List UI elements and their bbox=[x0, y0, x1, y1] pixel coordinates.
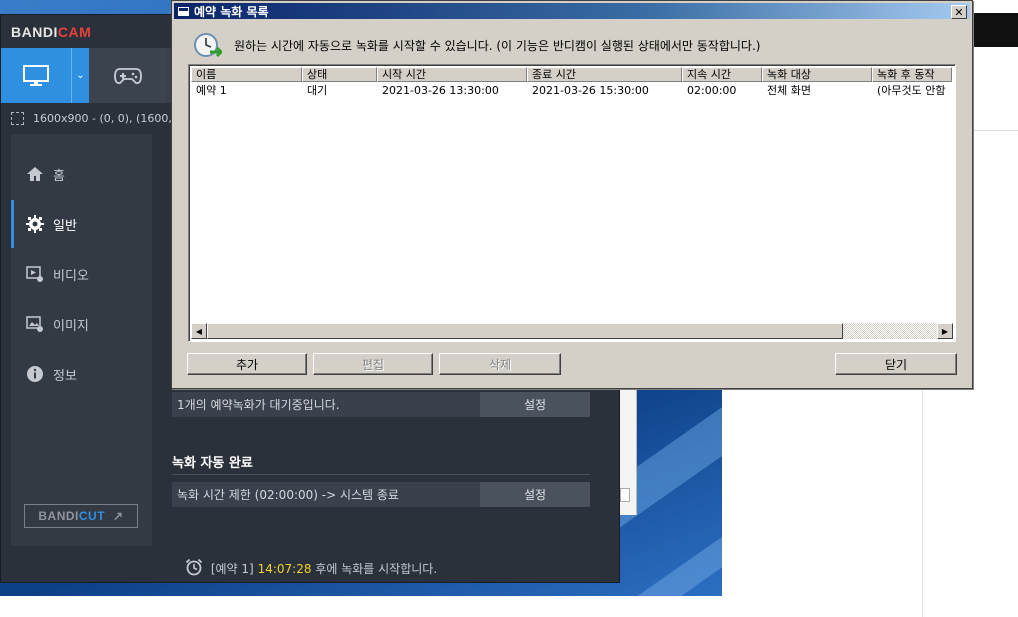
sidebar-item-image[interactable]: 이미지 bbox=[11, 300, 152, 348]
cell-after: (아무것도 안함 bbox=[877, 84, 946, 97]
chevron-down-icon: ⌄ bbox=[76, 70, 85, 81]
reservation-list[interactable]: 이름 상태 시작 시간 종료 시간 지속 시간 녹화 대상 녹화 후 동작 예약… bbox=[188, 64, 956, 342]
column-header-start[interactable]: 시작 시간 bbox=[377, 67, 527, 82]
gear-icon bbox=[25, 214, 45, 234]
game-mode-button[interactable] bbox=[89, 48, 167, 103]
column-header-end[interactable]: 종료 시간 bbox=[527, 67, 682, 82]
auto-complete-title: 녹화 자동 완료 bbox=[172, 456, 253, 471]
sidebar-item-video[interactable]: 비디오 bbox=[11, 250, 152, 298]
reservation-status-text: 1개의 예약녹화가 대기중입니다. bbox=[177, 398, 340, 412]
reservation-list-dialog: 예약 녹화 목록 ✕ 원하는 시간에 자동으로 녹화를 시작할 수 있습니다. … bbox=[171, 0, 973, 389]
info-icon bbox=[25, 364, 45, 384]
section-divider bbox=[172, 474, 590, 475]
list-header: 이름 상태 시작 시간 종료 시간 지속 시간 녹화 대상 녹화 후 동작 bbox=[191, 67, 952, 82]
add-button[interactable]: 추가 bbox=[187, 353, 307, 375]
video-settings-icon bbox=[25, 264, 45, 284]
sidebar-item-home[interactable]: 홈 bbox=[11, 150, 152, 198]
bandicut-accent-text: CUT bbox=[78, 509, 106, 523]
footer-suffix: 후에 녹화를 시작합니다. bbox=[315, 562, 438, 576]
reservation-settings-button[interactable]: 설정 bbox=[480, 392, 590, 417]
delete-button[interactable]: 삭제 bbox=[439, 353, 561, 375]
scroll-thumb[interactable] bbox=[207, 323, 843, 339]
alarm-clock-icon bbox=[185, 558, 203, 579]
auto-complete-settings-button[interactable]: 설정 bbox=[480, 482, 590, 507]
column-header-status[interactable]: 상태 bbox=[302, 67, 377, 82]
horizontal-scrollbar[interactable]: ◀ ▶ bbox=[191, 323, 953, 339]
window-icon bbox=[177, 5, 190, 17]
table-row[interactable]: 예약 1 대기 2021-03-26 13:30:00 2021-03-26 1… bbox=[191, 83, 952, 98]
dialog-info-text: 원하는 시간에 자동으로 녹화를 시작할 수 있습니다. (이 기능은 반디캠이… bbox=[234, 38, 761, 53]
clock-arrow-icon bbox=[194, 33, 222, 58]
close-dialog-button[interactable]: 닫기 bbox=[835, 353, 957, 375]
bandicut-text: BANDI bbox=[38, 509, 79, 523]
sidebar-item-label: 비디오 bbox=[53, 268, 89, 284]
status-footer: [예약 1] 14:07:28 후에 녹화를 시작합니다. bbox=[1, 553, 621, 584]
countdown-time: 14:07:28 bbox=[257, 561, 312, 576]
cell-end: 2021-03-26 15:30:00 bbox=[532, 84, 649, 97]
dialog-info: 원하는 시간에 자동으로 녹화를 시작할 수 있습니다. (이 기능은 반디캠이… bbox=[192, 30, 760, 60]
cell-name: 예약 1 bbox=[196, 84, 227, 97]
cell-target: 전체 화면 bbox=[767, 84, 811, 97]
column-header-target[interactable]: 녹화 대상 bbox=[762, 67, 872, 82]
cell-status: 대기 bbox=[307, 84, 328, 97]
background-window-edge bbox=[620, 388, 637, 515]
selection-area-icon bbox=[11, 111, 24, 125]
column-header-name[interactable]: 이름 bbox=[191, 67, 302, 82]
cell-duration: 02:00:00 bbox=[687, 84, 737, 97]
footer-prefix: [예약 1] bbox=[210, 562, 254, 576]
column-header-after[interactable]: 녹화 후 동작 bbox=[872, 67, 952, 82]
logo-text: BANDI bbox=[11, 24, 58, 40]
cell-start: 2021-03-26 13:30:00 bbox=[382, 84, 499, 97]
bandicam-logo: BANDICAM bbox=[11, 24, 91, 40]
dialog-title: 예약 녹화 목록 bbox=[194, 4, 269, 19]
sidebar-item-label: 일반 bbox=[53, 218, 77, 234]
background-control bbox=[620, 488, 630, 502]
screen-mode-button[interactable] bbox=[1, 48, 71, 103]
capture-area-text: 1600x900 - (0, 0), (1600, bbox=[33, 111, 172, 125]
background-topbar bbox=[972, 13, 1018, 47]
background-divider bbox=[972, 130, 1018, 131]
bandicut-button[interactable]: BANDI CUT ↗ bbox=[24, 504, 138, 528]
image-settings-icon bbox=[25, 314, 45, 334]
home-icon bbox=[25, 164, 45, 184]
logo-accent-text: CAM bbox=[57, 24, 92, 40]
sidebar-item-general[interactable]: 일반 bbox=[11, 200, 152, 248]
mode-dropdown-button[interactable]: ⌄ bbox=[71, 48, 89, 103]
scroll-track[interactable] bbox=[843, 323, 937, 339]
reservation-row: 1개의 예약녹화가 대기중입니다. 설정 bbox=[172, 392, 590, 417]
sidebar-item-info[interactable]: 정보 bbox=[11, 350, 152, 398]
close-button[interactable]: ✕ bbox=[951, 5, 967, 19]
sidebar-item-label: 정보 bbox=[53, 368, 77, 384]
gamepad-icon bbox=[114, 67, 142, 84]
dialog-titlebar[interactable]: 예약 녹화 목록 ✕ bbox=[174, 3, 970, 19]
auto-complete-text: 녹화 시간 제한 (02:00:00) -> 시스템 종료 bbox=[177, 488, 399, 502]
column-header-duration[interactable]: 지속 시간 bbox=[682, 67, 762, 82]
sidebar: 홈 일반 비디오 이미지 정보 BANDI CUT ↗ bbox=[11, 134, 152, 546]
auto-complete-row: 녹화 시간 제한 (02:00:00) -> 시스템 종료 설정 bbox=[172, 482, 590, 507]
external-link-icon: ↗ bbox=[113, 509, 124, 523]
monitor-icon bbox=[23, 64, 49, 86]
sidebar-item-label: 이미지 bbox=[53, 318, 89, 334]
edit-button[interactable]: 편집 bbox=[313, 353, 433, 375]
scroll-right-button[interactable]: ▶ bbox=[937, 323, 953, 339]
sidebar-item-label: 홈 bbox=[53, 168, 65, 184]
scroll-left-button[interactable]: ◀ bbox=[191, 323, 207, 339]
